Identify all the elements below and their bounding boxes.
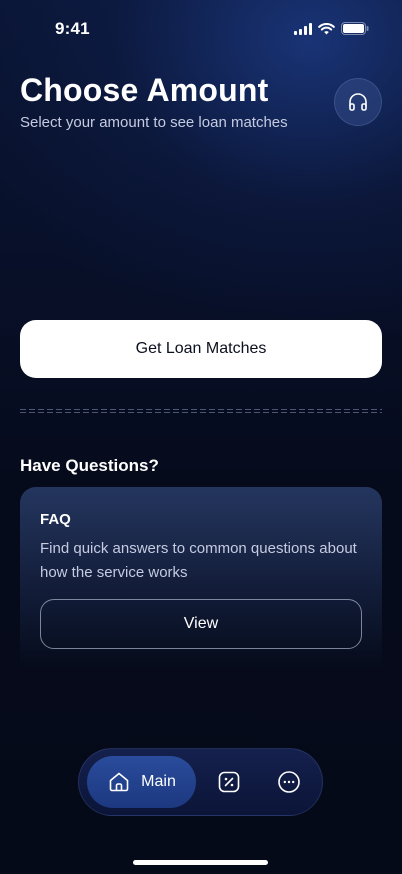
bottom-tab-bar: Main — [78, 748, 323, 816]
questions-section-title: Have Questions? — [20, 456, 159, 475]
faq-description: Find quick answers to common questions a… — [40, 540, 357, 581]
battery-icon — [341, 22, 369, 35]
wifi-icon — [318, 22, 335, 34]
home-indicator — [133, 860, 268, 865]
status-time: 9:41 — [55, 19, 90, 38]
faq-view-button[interactable]: View — [40, 599, 362, 649]
tab-main[interactable]: Main — [87, 756, 196, 808]
faq-view-label: View — [183, 615, 219, 632]
tab-more[interactable] — [277, 770, 301, 794]
background — [0, 0, 402, 874]
home-icon — [109, 772, 129, 792]
status-icons — [294, 22, 369, 35]
more-icon — [278, 771, 300, 793]
dashed-divider — [20, 409, 382, 413]
tab-main-label: Main — [141, 773, 176, 790]
headphones-icon — [349, 93, 367, 111]
status-bar: 9:41 — [0, 0, 402, 58]
faq-card: FAQ Find quick answers to common questio… — [20, 487, 382, 667]
support-button[interactable] — [334, 78, 382, 126]
cellular-signal-icon — [294, 22, 312, 35]
get-loan-matches-button[interactable]: Get Loan Matches — [20, 320, 382, 378]
faq-title: FAQ — [40, 511, 71, 528]
page-subtitle: Select your amount to see loan matches — [20, 114, 288, 131]
percent-icon — [218, 771, 240, 793]
get-loan-matches-label: Get Loan Matches — [135, 340, 267, 357]
page-title: Choose Amount — [20, 72, 269, 108]
tab-offers[interactable] — [217, 770, 241, 794]
